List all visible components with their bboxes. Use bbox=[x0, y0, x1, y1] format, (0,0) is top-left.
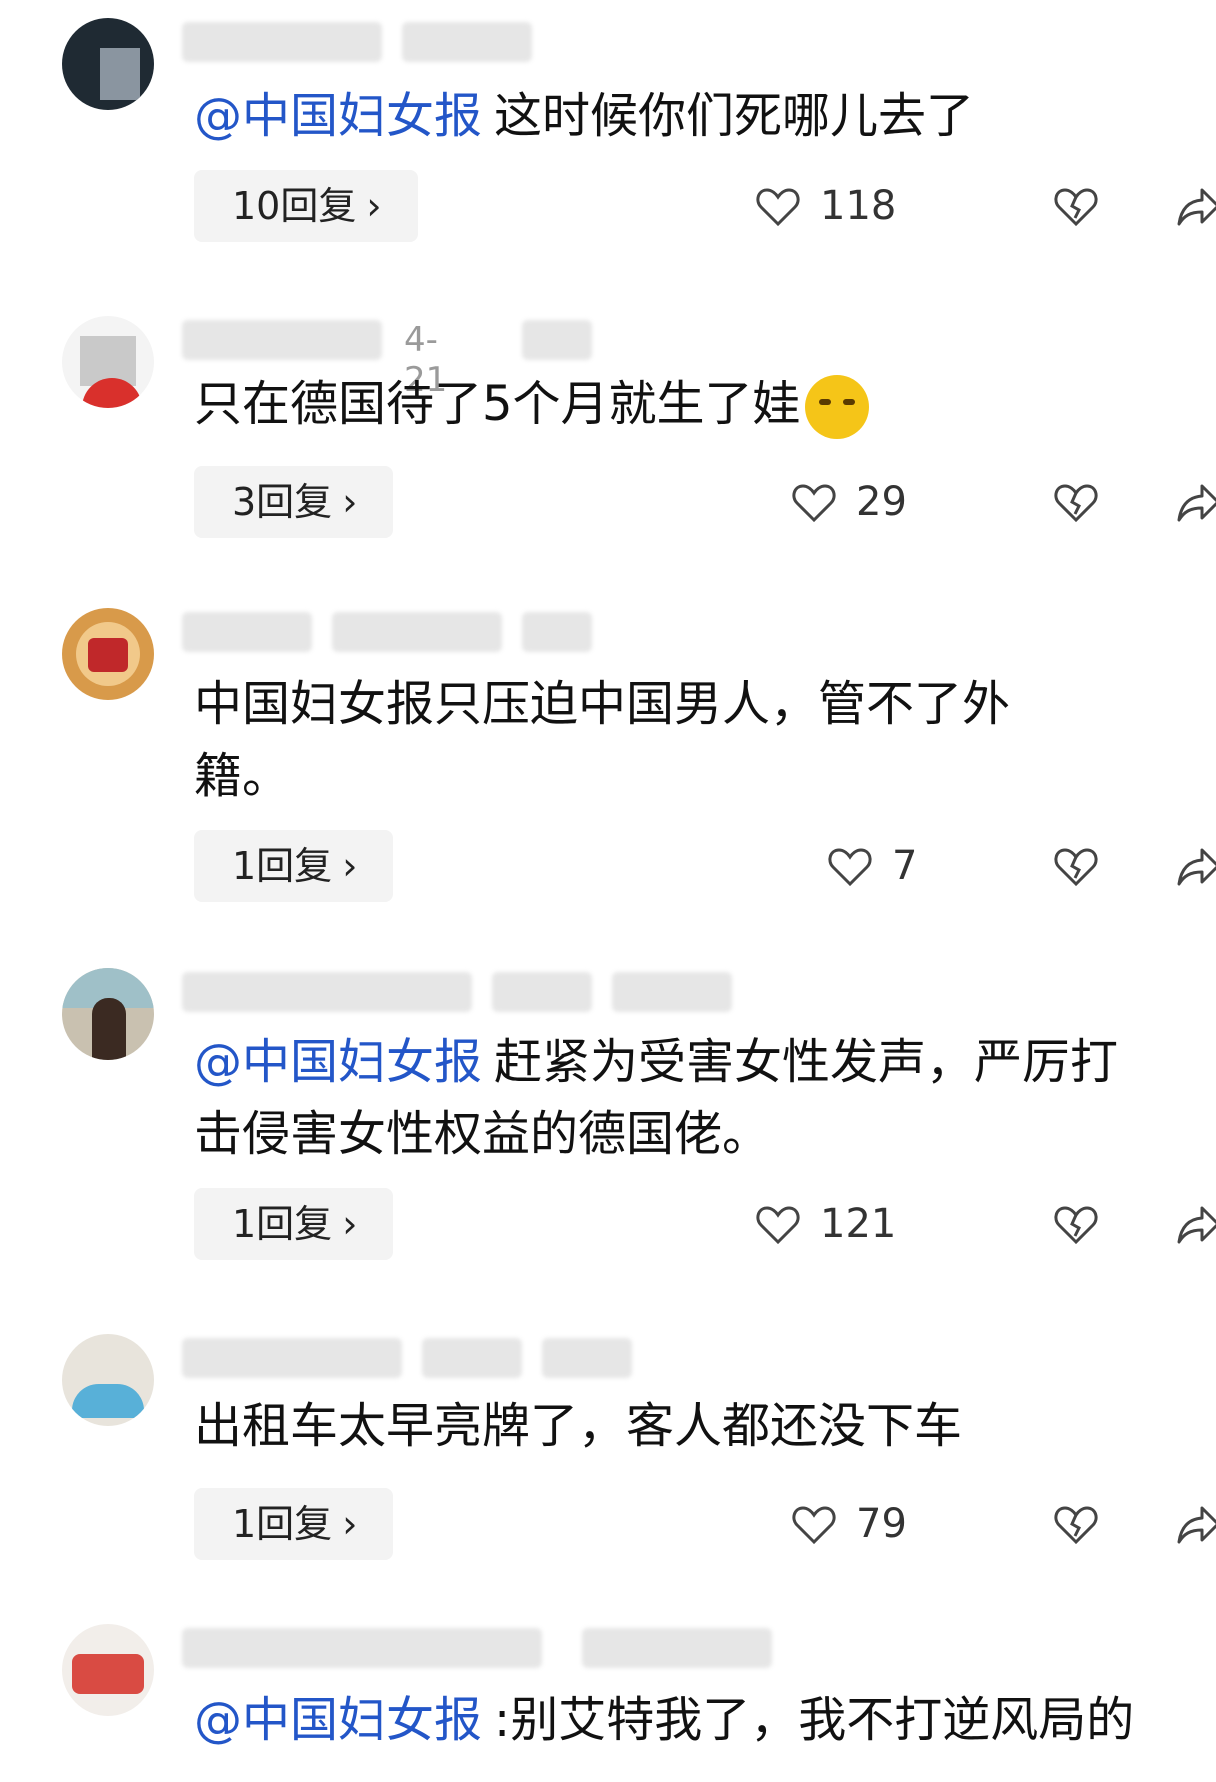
comment-actions: 118 bbox=[696, 176, 1216, 236]
avatar[interactable] bbox=[62, 968, 154, 1060]
avatar[interactable] bbox=[62, 608, 154, 700]
like-count: 118 bbox=[820, 183, 897, 229]
share-icon[interactable] bbox=[1174, 1500, 1216, 1548]
like-count: 29 bbox=[856, 479, 907, 525]
broken-heart-icon[interactable] bbox=[1052, 1500, 1100, 1548]
avatar[interactable] bbox=[62, 1624, 154, 1716]
comment-text: @中国妇女报 赶紧为受害女性发声，严厉打击侵害女性权益的德国佬。 bbox=[194, 1034, 1119, 1162]
replies-button[interactable]: 3回复 › bbox=[194, 466, 394, 538]
replies-button[interactable]: 10回复 › bbox=[194, 170, 418, 242]
replies-button[interactable]: 1回复 › bbox=[194, 1488, 394, 1560]
chevron-right-icon: › bbox=[342, 844, 358, 888]
like-count: 121 bbox=[820, 1201, 897, 1247]
chevron-right-icon: › bbox=[342, 1202, 358, 1246]
smirk-emoji-icon bbox=[804, 375, 869, 439]
chevron-right-icon: › bbox=[342, 1502, 358, 1546]
chevron-right-icon: › bbox=[366, 184, 382, 228]
comment-actions: 7 bbox=[696, 836, 1216, 896]
replies-button[interactable]: 1回复 › bbox=[194, 830, 394, 902]
like-count: 7 bbox=[892, 843, 918, 889]
avatar[interactable] bbox=[62, 316, 154, 408]
heart-icon[interactable] bbox=[826, 842, 874, 890]
broken-heart-icon[interactable] bbox=[1052, 182, 1100, 230]
share-icon[interactable] bbox=[1174, 182, 1216, 230]
heart-icon[interactable] bbox=[754, 182, 802, 230]
heart-icon[interactable] bbox=[754, 1200, 802, 1248]
share-icon[interactable] bbox=[1174, 1200, 1216, 1248]
comment-text: @中国妇女报:别艾特我了，我不打逆风局的 bbox=[194, 1692, 1135, 1748]
avatar[interactable] bbox=[62, 18, 154, 110]
heart-icon[interactable] bbox=[790, 1500, 838, 1548]
comment-actions: 29 bbox=[696, 472, 1216, 532]
mention-link[interactable]: @中国妇女报 bbox=[194, 1034, 482, 1090]
comment-text: @中国妇女报 这时候你们死哪儿去了 bbox=[194, 88, 975, 144]
comment-text: 只在德国待了5个月就生了娃 bbox=[194, 368, 1154, 440]
mention-link[interactable]: @中国妇女报 bbox=[194, 88, 482, 144]
share-icon[interactable] bbox=[1174, 842, 1216, 890]
comment-actions: 121 bbox=[696, 1194, 1216, 1254]
replies-button[interactable]: 1回复 › bbox=[194, 1188, 394, 1260]
like-count: 79 bbox=[856, 1501, 907, 1547]
broken-heart-icon[interactable] bbox=[1052, 478, 1100, 526]
heart-icon[interactable] bbox=[790, 478, 838, 526]
avatar[interactable] bbox=[62, 1334, 154, 1426]
broken-heart-icon[interactable] bbox=[1052, 1200, 1100, 1248]
broken-heart-icon[interactable] bbox=[1052, 842, 1100, 890]
comment-actions: 79 bbox=[696, 1494, 1216, 1554]
comment-text: 出租车太早亮牌了，客人都还没下车 bbox=[194, 1398, 963, 1454]
chevron-right-icon: › bbox=[342, 480, 358, 524]
mention-link[interactable]: @中国妇女报 bbox=[194, 1692, 482, 1748]
comment-date: 4-21 bbox=[404, 320, 448, 400]
share-icon[interactable] bbox=[1174, 478, 1216, 526]
comment-text: 中国妇女报只压迫中国男人，管不了外籍。 bbox=[194, 676, 1011, 804]
